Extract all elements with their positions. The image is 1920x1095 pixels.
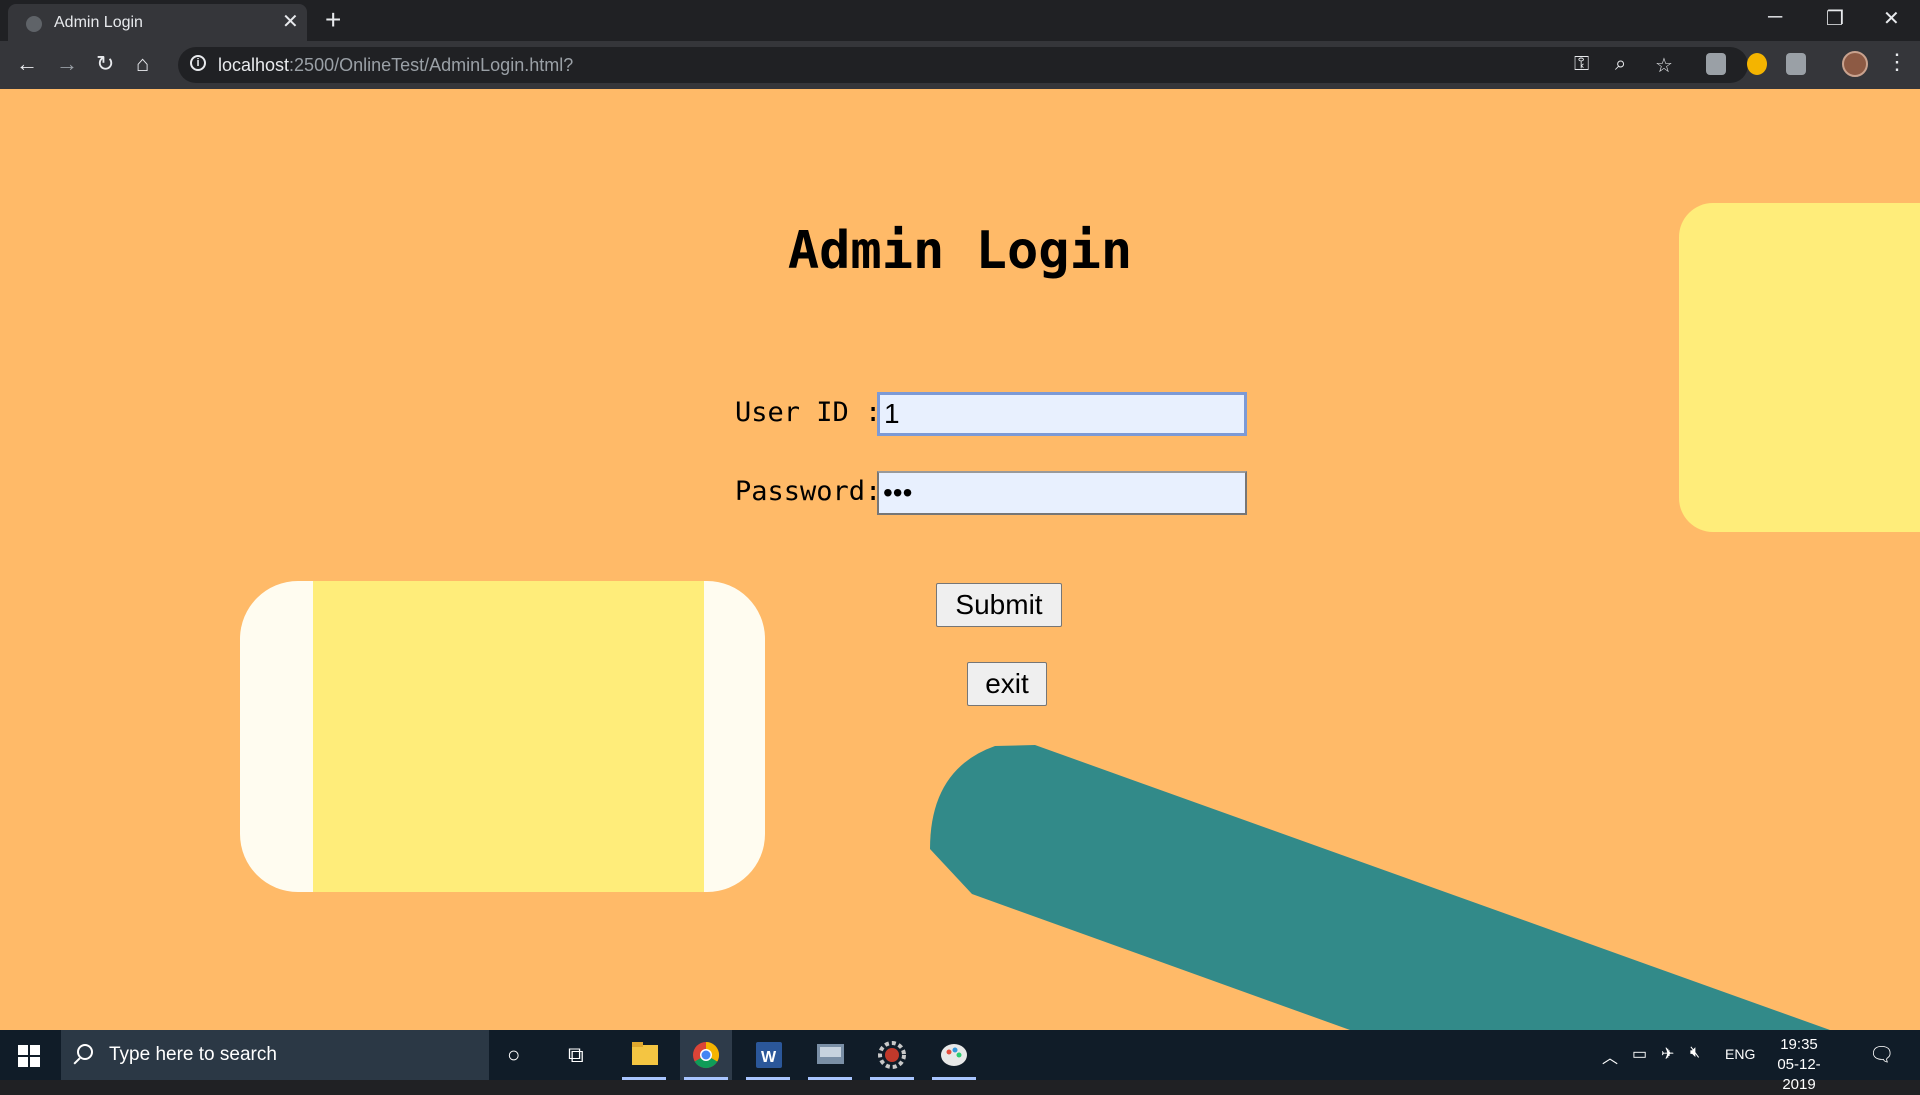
browser-tab-bar: Admin Login ✕ + ─ ❐ ✕: [0, 0, 1920, 41]
exit-button[interactable]: exit: [967, 662, 1047, 706]
airplane-mode-icon[interactable]: ✈: [1661, 1044, 1674, 1064]
user-id-label: User ID :: [735, 397, 882, 428]
tab-title: Admin Login: [54, 14, 143, 31]
system-clock[interactable]: 19:35 05-12-2019: [1764, 1035, 1834, 1095]
word-icon[interactable]: W: [742, 1030, 794, 1080]
language-indicator[interactable]: ENG: [1725, 1046, 1755, 1062]
browser-toolbar: ← → ↻ ⌂ i localhost:2500/OnlineTest/Admi…: [0, 41, 1920, 89]
forward-icon[interactable]: →: [56, 51, 78, 77]
menu-dots-icon[interactable]: ⋮: [1886, 49, 1908, 75]
home-icon[interactable]: ⌂: [136, 51, 149, 77]
bookmark-star-icon[interactable]: ☆: [1655, 53, 1673, 78]
close-window-icon[interactable]: ✕: [1883, 6, 1900, 31]
password-label: Password:: [735, 476, 882, 507]
battery-icon[interactable]: ▭: [1632, 1044, 1647, 1064]
search-icon: [77, 1044, 93, 1060]
new-tab-icon[interactable]: +: [325, 6, 341, 34]
chrome-icon[interactable]: [680, 1030, 732, 1080]
volume-muted-icon[interactable]: 🔇︎: [1690, 1044, 1700, 1062]
page-title: Admin Login: [787, 221, 1133, 281]
close-tab-icon[interactable]: ✕: [282, 12, 299, 32]
settings-gear-app-icon[interactable]: [866, 1030, 918, 1080]
notification-center-icon[interactable]: 🗨︎: [1869, 1042, 1894, 1067]
page-content: Admin Login User ID : Password: Submit e…: [0, 89, 1920, 1030]
url-text: localhost:2500/OnlineTest/AdminLogin.htm…: [218, 55, 574, 75]
globe-favicon-icon: [26, 16, 42, 32]
search-placeholder: Type here to search: [109, 1044, 277, 1065]
show-hidden-icons-chevron-icon[interactable]: ︿: [1602, 1044, 1618, 1068]
back-icon[interactable]: ←: [16, 51, 38, 77]
paint-app-icon[interactable]: [928, 1030, 980, 1080]
zoom-icon[interactable]: ⌕: [1615, 53, 1626, 76]
site-info-icon[interactable]: i: [190, 55, 206, 71]
cortana-icon[interactable]: ○: [507, 1042, 520, 1068]
profile-avatar[interactable]: [1842, 51, 1868, 77]
svg-text:W: W: [761, 1049, 777, 1066]
file-explorer-icon[interactable]: [618, 1030, 670, 1080]
clock-date: 05-12-2019: [1777, 1056, 1821, 1093]
clock-time: 19:35: [1780, 1036, 1818, 1053]
extension-icon[interactable]: [1706, 53, 1726, 75]
tab-admin-login[interactable]: Admin Login ✕: [8, 4, 307, 41]
key-icon[interactable]: ⚿: [1574, 53, 1589, 76]
restore-icon[interactable]: ❐: [1826, 6, 1844, 31]
task-view-icon[interactable]: ⧉: [568, 1042, 584, 1068]
chrome-extension-icon[interactable]: [1747, 53, 1767, 75]
reload-icon[interactable]: ↻: [96, 51, 114, 77]
media-app-icon[interactable]: [804, 1030, 856, 1080]
windows-taskbar: Type here to search ○ ⧉ W ︿ ▭ ✈ 🔇︎ ENG 1…: [0, 1030, 1920, 1093]
minimize-icon[interactable]: ─: [1768, 6, 1782, 29]
windows-start-icon[interactable]: [18, 1045, 40, 1067]
taskbar-search-box[interactable]: Type here to search: [61, 1030, 489, 1080]
address-bar[interactable]: i localhost:2500/OnlineTest/AdminLogin.h…: [178, 47, 1748, 83]
user-id-input[interactable]: [877, 392, 1247, 436]
password-input[interactable]: [877, 471, 1247, 515]
submit-button[interactable]: Submit: [936, 583, 1062, 627]
shield-extension-icon[interactable]: [1786, 53, 1806, 75]
